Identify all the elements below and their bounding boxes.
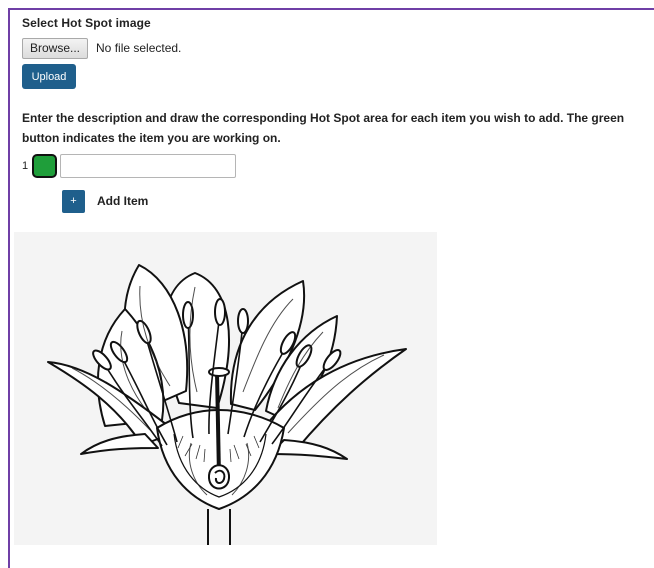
section-title: Select Hot Spot image bbox=[22, 16, 151, 30]
item-number: 1 bbox=[22, 160, 29, 172]
add-item-label[interactable]: Add Item bbox=[97, 194, 148, 208]
browse-button[interactable]: Browse... bbox=[22, 37, 89, 59]
instructions-text: Enter the description and draw the corre… bbox=[22, 111, 625, 145]
hotspot-image-canvas[interactable] bbox=[14, 232, 437, 545]
flower-diagram-image[interactable] bbox=[14, 232, 437, 545]
file-status: No file selected. bbox=[96, 41, 182, 55]
item-description-input[interactable] bbox=[60, 154, 236, 178]
add-item-row[interactable]: + Add Item bbox=[62, 189, 148, 213]
file-picker[interactable]: Browse... No file selected. bbox=[22, 37, 182, 59]
active-item-color-button[interactable] bbox=[32, 154, 57, 178]
upload-button[interactable]: Upload bbox=[22, 64, 76, 89]
plus-icon[interactable]: + bbox=[62, 189, 85, 213]
hotspot-item-row: 1 bbox=[22, 153, 236, 179]
